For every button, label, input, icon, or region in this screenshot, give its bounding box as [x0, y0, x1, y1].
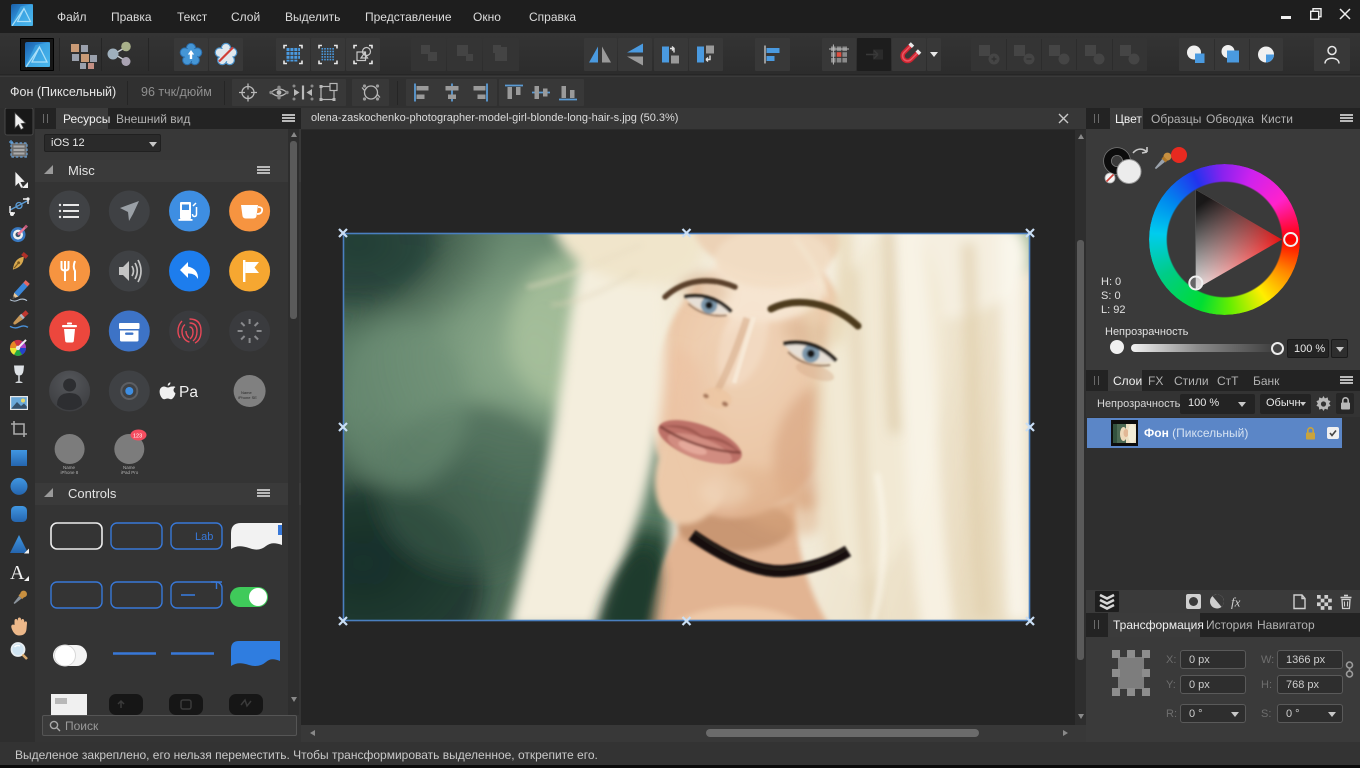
svg-text:iPhone SE: iPhone SE [238, 395, 257, 400]
svg-text:fx: fx [1231, 595, 1241, 610]
svg-text:Lab: Lab [195, 531, 213, 543]
svg-text:123: 123 [133, 434, 142, 440]
svg-text:A: A [10, 562, 25, 584]
svg-text:Pa: Pa [179, 384, 198, 401]
svg-text:iPad Pro: iPad Pro [121, 470, 139, 475]
svg-text:iPhone 8: iPhone 8 [61, 470, 79, 475]
